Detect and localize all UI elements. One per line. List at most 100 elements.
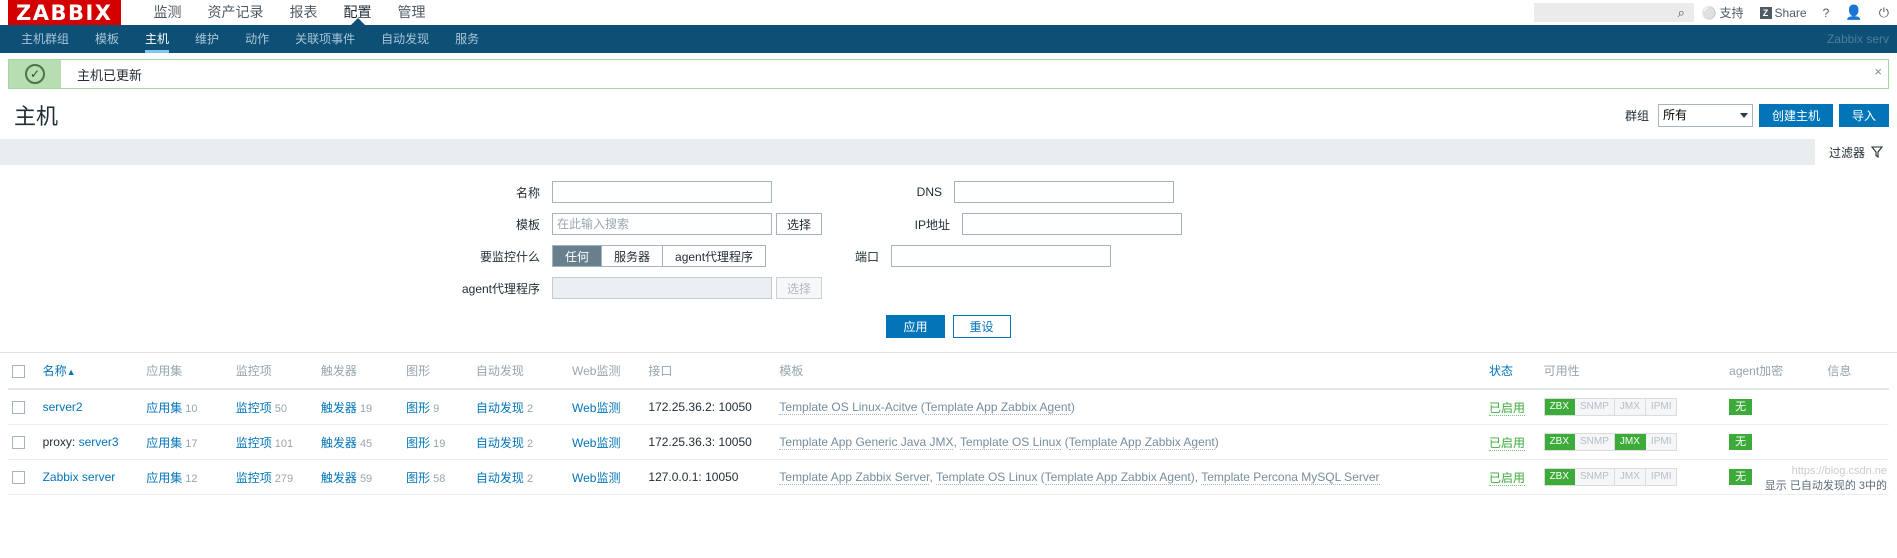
row-checkbox[interactable] <box>12 471 25 485</box>
global-search[interactable]: ⌕ <box>1533 3 1694 22</box>
items-link[interactable]: 监控项 <box>236 401 272 415</box>
triggers-link[interactable]: 触发器 <box>321 436 357 450</box>
host-name-link[interactable]: server3 <box>79 435 119 449</box>
items-link[interactable]: 监控项 <box>236 436 272 450</box>
port-input[interactable] <box>891 245 1111 267</box>
search-input[interactable] <box>1539 6 1678 19</box>
graphs-link[interactable]: 图形 <box>406 471 430 485</box>
monitored-by-radio-group[interactable]: 任何 服务器 agent代理程序 <box>552 245 767 267</box>
status-toggle[interactable]: 已启用 <box>1488 470 1525 486</box>
sub-menu-item-4[interactable]: 动作 <box>232 25 282 53</box>
availability-jmx-badge[interactable]: JMX <box>1614 399 1646 415</box>
availability-ipmi-badge[interactable]: IPMI <box>1645 399 1677 415</box>
logout-link[interactable]: ⏻ <box>1871 5 1897 21</box>
triggers-cell: 触发器 19 <box>316 389 403 425</box>
row-select-cell <box>8 389 39 425</box>
group-select[interactable]: 所有 <box>1657 103 1753 127</box>
sub-menu-item-2[interactable]: 主机 <box>132 25 182 53</box>
main-menu-item-1[interactable]: 资产记录 <box>195 0 277 25</box>
col-name[interactable]: 名称▲ <box>38 353 143 390</box>
availability-snmp-badge[interactable]: SNMP <box>1575 434 1615 450</box>
templates-cell: Template App Zabbix Server, Template OS … <box>775 459 1485 495</box>
main-menu-item-2[interactable]: 报表 <box>277 0 331 25</box>
graphs-link[interactable]: 图形 <box>406 436 430 450</box>
template-select-button[interactable]: 选择 <box>776 213 823 235</box>
sub-menu-item-1[interactable]: 模板 <box>82 25 132 53</box>
template-link[interactable]: Template OS Linux <box>959 435 1062 450</box>
row-checkbox[interactable] <box>12 436 25 450</box>
share-icon: Z <box>1759 6 1772 19</box>
host-name-link[interactable]: Zabbix server <box>43 470 116 484</box>
template-link[interactable]: Template Percona MySQL Server <box>1201 470 1380 485</box>
availability-zbx-badge[interactable]: ZBX <box>1544 469 1576 485</box>
main-menu-item-3[interactable]: 配置 <box>331 0 385 25</box>
template-link[interactable]: Template App Zabbix Agent <box>1044 470 1191 485</box>
monitored-by-option-1[interactable]: 服务器 <box>602 246 664 266</box>
applications-link[interactable]: 应用集 <box>146 471 182 485</box>
template-input[interactable] <box>552 213 772 235</box>
items-count: 50 <box>274 402 288 415</box>
template-link[interactable]: Template OS Linux-Acitve <box>779 400 918 415</box>
help-link[interactable]: ? <box>1815 6 1838 20</box>
availability-jmx-badge[interactable]: JMX <box>1614 434 1646 450</box>
filter-tab[interactable]: 过滤器 <box>1814 139 1897 165</box>
template-link[interactable]: Template App Zabbix Agent <box>924 400 1071 415</box>
discovery-link[interactable]: 自动发现 <box>476 436 524 450</box>
availability-jmx-badge[interactable]: JMX <box>1614 469 1646 485</box>
template-link[interactable]: Template App Generic Java JMX <box>779 435 954 450</box>
availability-zbx-badge[interactable]: ZBX <box>1544 399 1576 415</box>
discovery-link[interactable]: 自动发现 <box>476 401 524 415</box>
row-checkbox[interactable] <box>12 401 25 415</box>
reset-button[interactable]: 重设 <box>952 315 1011 338</box>
template-link[interactable]: Template OS Linux <box>935 470 1038 485</box>
host-name-link[interactable]: server2 <box>43 400 83 414</box>
import-button[interactable]: 导入 <box>1838 103 1889 127</box>
col-status[interactable]: 状态 <box>1484 353 1540 390</box>
graphs-count: 9 <box>433 402 440 415</box>
web-link[interactable]: Web监测 <box>572 436 620 450</box>
support-link[interactable]: ⚪ 支持 <box>1694 4 1752 21</box>
status-toggle[interactable]: 已启用 <box>1488 400 1525 416</box>
applications-link[interactable]: 应用集 <box>146 436 182 450</box>
availability-snmp-badge[interactable]: SNMP <box>1575 399 1615 415</box>
sub-menu-item-3[interactable]: 维护 <box>182 25 232 53</box>
apply-button[interactable]: 应用 <box>886 315 945 338</box>
share-link[interactable]: Z Share <box>1752 6 1815 20</box>
main-menu-item-4[interactable]: 管理 <box>385 0 439 25</box>
monitored-by-option-0[interactable]: 任何 <box>553 246 603 266</box>
dns-input[interactable] <box>954 181 1174 203</box>
select-all-checkbox[interactable] <box>12 364 25 378</box>
monitored-by-option-2[interactable]: agent代理程序 <box>663 246 766 266</box>
close-icon[interactable]: × <box>1874 64 1882 79</box>
availability-ipmi-badge[interactable]: IPMI <box>1645 469 1677 485</box>
name-input[interactable] <box>552 181 772 203</box>
discovery-cell: 自动发现 2 <box>471 424 568 460</box>
web-link[interactable]: Web监测 <box>572 401 620 415</box>
sub-menu-item-5[interactable]: 关联项事件 <box>282 25 368 53</box>
applications-link[interactable]: 应用集 <box>146 401 182 415</box>
search-icon[interactable]: ⌕ <box>1678 5 1685 21</box>
status-toggle[interactable]: 已启用 <box>1488 435 1525 451</box>
availability-snmp-badge[interactable]: SNMP <box>1575 469 1615 485</box>
items-link[interactable]: 监控项 <box>236 471 272 485</box>
create-host-button[interactable]: 创建主机 <box>1758 103 1833 127</box>
triggers-link[interactable]: 触发器 <box>321 401 357 415</box>
graphs-link[interactable]: 图形 <box>406 401 430 415</box>
sub-menu-item-7[interactable]: 服务 <box>442 25 492 53</box>
applications-cell: 应用集 12 <box>142 459 232 495</box>
sub-menu-item-6[interactable]: 自动发现 <box>368 25 442 53</box>
discovery-link[interactable]: 自动发现 <box>476 471 524 485</box>
user-profile-link[interactable]: 👤 <box>1837 4 1870 21</box>
zabbix-logo[interactable]: ZABBIX <box>8 0 121 25</box>
ip-input[interactable] <box>962 213 1183 235</box>
triggers-link[interactable]: 触发器 <box>321 471 357 485</box>
status-cell: 已启用 <box>1484 459 1540 495</box>
template-link[interactable]: Template App Zabbix Agent <box>1068 435 1215 450</box>
web-link[interactable]: Web监测 <box>572 471 620 485</box>
availability-ipmi-badge[interactable]: IPMI <box>1645 434 1677 450</box>
main-menu-item-0[interactable]: 监测 <box>141 0 195 25</box>
template-link[interactable]: Template App Zabbix Server <box>779 470 930 485</box>
sub-menu-item-0[interactable]: 主机群组 <box>8 25 82 53</box>
group-select-wrap[interactable]: 所有 <box>1657 103 1753 127</box>
availability-zbx-badge[interactable]: ZBX <box>1544 434 1576 450</box>
